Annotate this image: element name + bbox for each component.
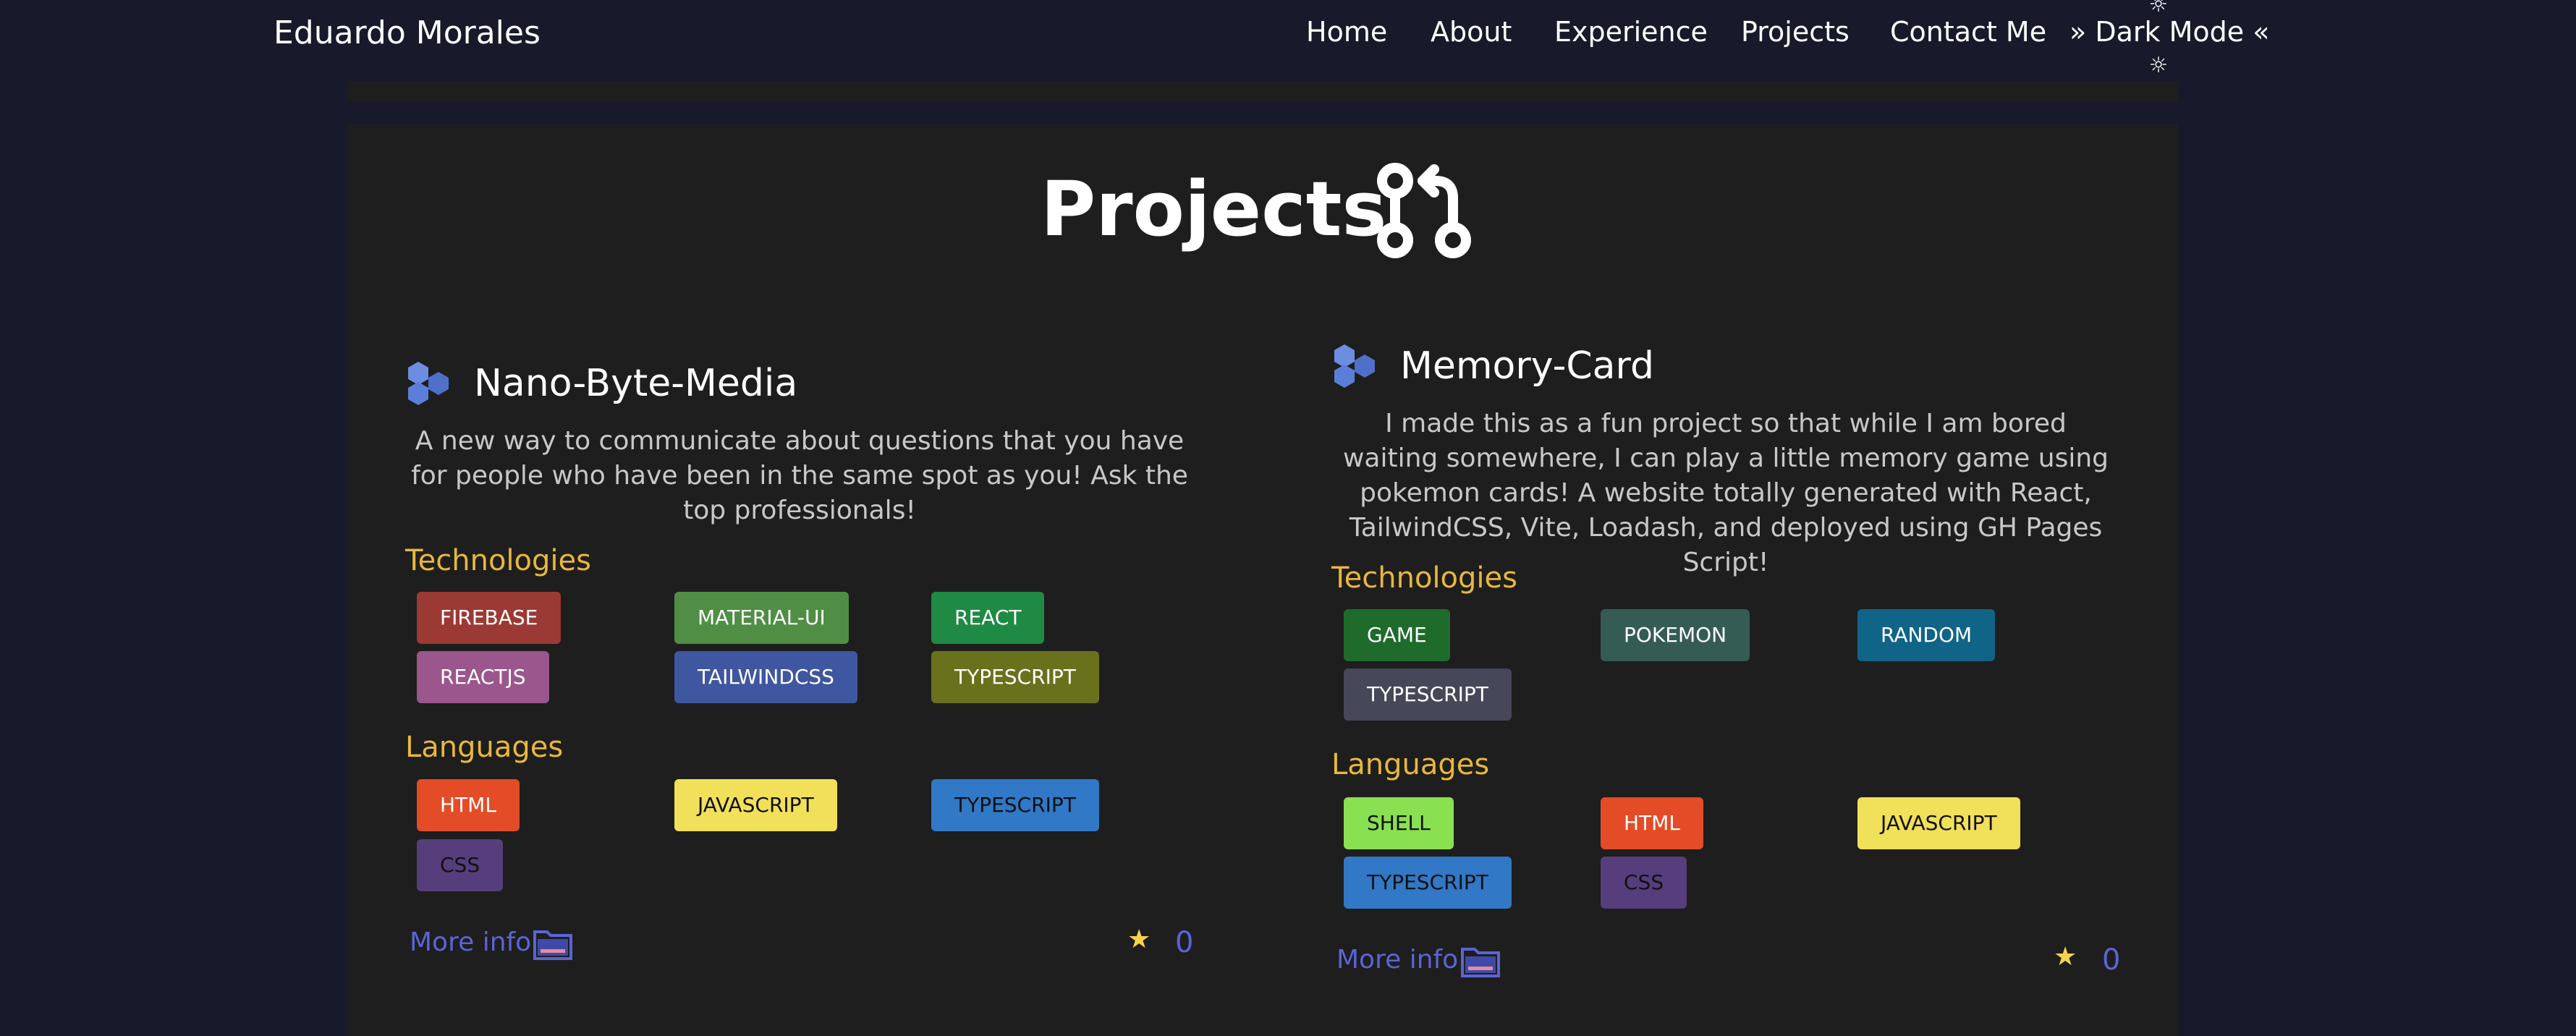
tech-chip: MATERIAL-UI bbox=[674, 592, 849, 644]
folder-icon[interactable] bbox=[1460, 943, 1501, 978]
navbar: Eduardo Morales Home About Experience Pr… bbox=[0, 0, 2576, 77]
star-count: 0 bbox=[1175, 926, 1194, 959]
folder-icon[interactable] bbox=[533, 926, 573, 961]
tech-chip: FIREBASE bbox=[417, 592, 562, 644]
tech-chip: POKEMON bbox=[1601, 609, 1750, 661]
language-chip: HTML bbox=[417, 779, 520, 831]
nav-divider-bar bbox=[347, 81, 2178, 101]
dark-mode-toggle[interactable]: » Dark Mode « bbox=[2069, 16, 2269, 48]
more-info-link[interactable]: More info bbox=[1336, 945, 1458, 975]
technologies-label: Technologies bbox=[1331, 561, 1517, 595]
sun-icon: ☼ bbox=[2148, 53, 2169, 78]
star-count: 0 bbox=[2102, 943, 2121, 977]
tech-chip: TYPESCRIPT bbox=[1344, 668, 1512, 721]
tech-chip: REACTJS bbox=[417, 651, 549, 703]
more-info-link[interactable]: More info bbox=[410, 927, 531, 957]
project-title: Memory-Card bbox=[1400, 344, 1654, 388]
nav-experience[interactable]: Experience bbox=[1554, 16, 1708, 48]
language-chip: HTML bbox=[1601, 797, 1703, 849]
language-chip: CSS bbox=[417, 839, 504, 891]
tech-chip: TAILWINDCSS bbox=[674, 651, 857, 703]
tech-chip: TYPESCRIPT bbox=[931, 651, 1099, 703]
project-description: I made this as a fun project so that whi… bbox=[1342, 409, 2109, 577]
nav-projects[interactable]: Projects bbox=[1741, 16, 1850, 48]
sun-icon: ☼ bbox=[2148, 0, 2169, 17]
project-title: Nano-Byte-Media bbox=[474, 362, 798, 405]
cube-icon bbox=[408, 362, 449, 405]
tech-chip: GAME bbox=[1344, 609, 1450, 661]
star-icon: ★ bbox=[1127, 925, 1151, 954]
project-description: A new way to communicate about questions… bbox=[411, 426, 1188, 525]
language-chip: CSS bbox=[1601, 857, 1687, 909]
projects-panel bbox=[347, 124, 2178, 1036]
cube-icon bbox=[1334, 344, 1375, 388]
nav-about[interactable]: About bbox=[1431, 16, 1512, 48]
languages-label: Languages bbox=[405, 731, 564, 764]
language-chip: JAVASCRIPT bbox=[1857, 797, 2020, 849]
star-icon: ★ bbox=[2054, 942, 2077, 972]
tech-chip: REACT bbox=[931, 592, 1045, 644]
language-chip: TYPESCRIPT bbox=[931, 779, 1099, 831]
git-pull-request-icon bbox=[1377, 163, 1471, 258]
languages-label: Languages bbox=[1331, 748, 1490, 781]
language-chip: TYPESCRIPT bbox=[1344, 857, 1512, 909]
tech-chip: RANDOM bbox=[1857, 609, 1996, 661]
language-chip: JAVASCRIPT bbox=[674, 779, 837, 831]
site-brand[interactable]: Eduardo Morales bbox=[274, 14, 541, 51]
language-chip: SHELL bbox=[1344, 797, 1454, 849]
nav-home[interactable]: Home bbox=[1306, 16, 1387, 48]
section-title: Projects bbox=[1041, 165, 1387, 253]
nav-contact[interactable]: Contact Me bbox=[1890, 16, 2046, 48]
technologies-label: Technologies bbox=[405, 544, 591, 577]
